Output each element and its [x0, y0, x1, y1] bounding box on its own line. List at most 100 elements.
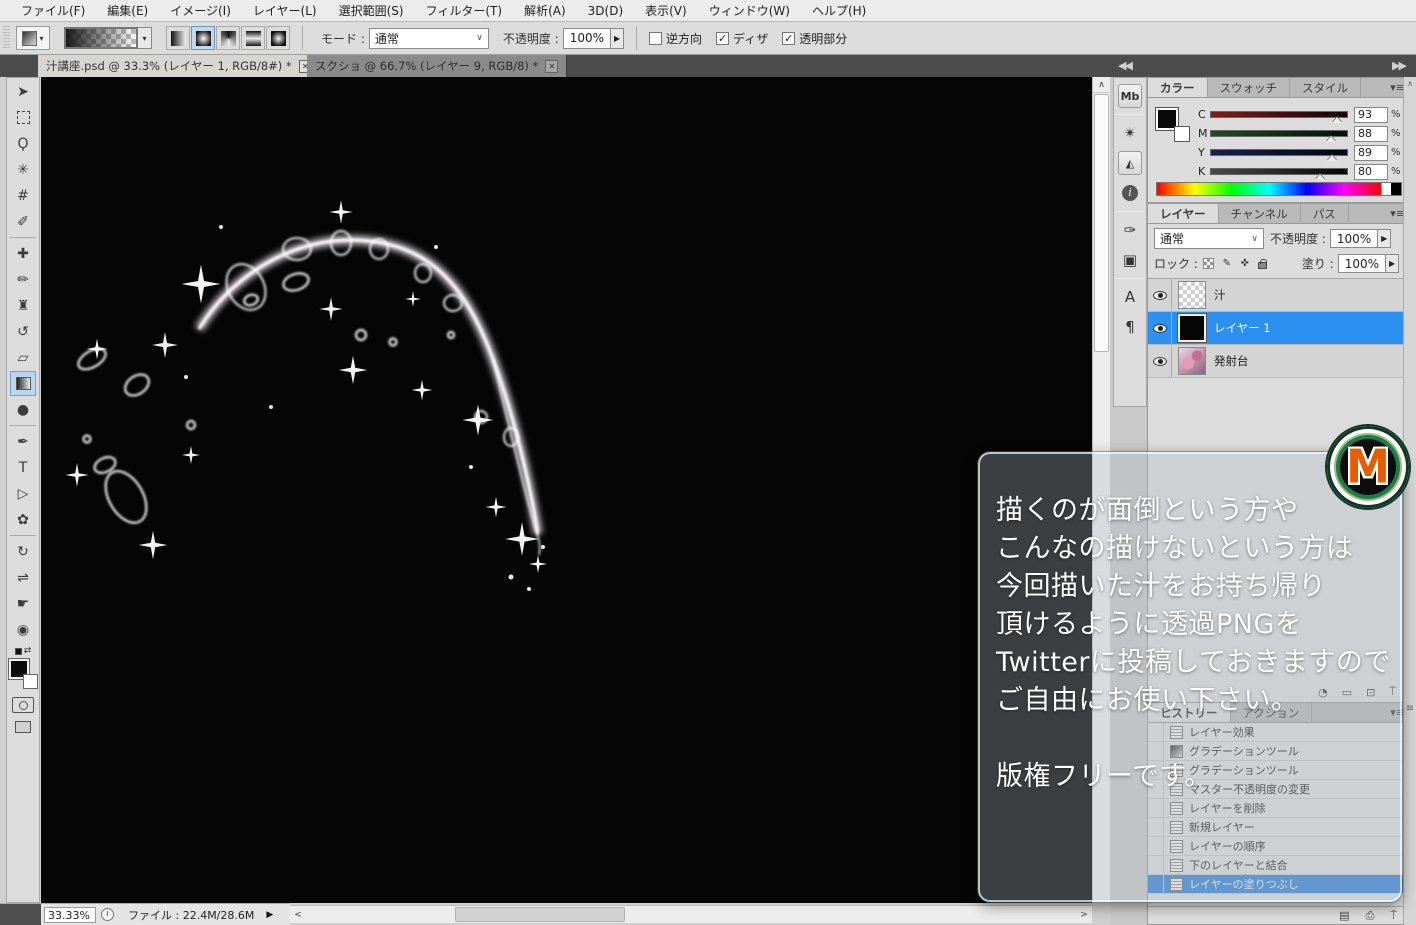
eraser-tool[interactable]: ▱ — [10, 345, 36, 370]
info-icon[interactable]: i — [1118, 181, 1142, 205]
new-document-from-state-icon[interactable]: ▤ — [1339, 909, 1349, 922]
navigator-icon[interactable]: ✴ — [1118, 121, 1142, 145]
layer-opacity-spinner[interactable]: ▶ — [1378, 229, 1391, 248]
scroll-left-icon[interactable]: < — [290, 907, 306, 923]
gradient-picker-arrow[interactable]: ▾ — [138, 27, 152, 49]
custom-shape-tool[interactable]: ✿ — [10, 507, 36, 532]
angle-gradient-button[interactable] — [216, 26, 240, 50]
layer-opacity-input[interactable]: 100% — [1330, 229, 1378, 248]
cyan-value-input[interactable]: 93 — [1354, 107, 1388, 123]
layer-blend-mode-select[interactable]: 通常∨ — [1154, 228, 1264, 249]
layer-row-layer1[interactable]: レイヤー 1 — [1148, 312, 1409, 345]
radial-gradient-button[interactable] — [191, 26, 215, 50]
delete-state-icon[interactable]: ⍑ — [1390, 909, 1397, 923]
scroll-up-icon[interactable]: ∧ — [1093, 77, 1110, 93]
menu-image[interactable]: イメージ(I) — [159, 0, 242, 21]
zoom-tool[interactable]: ◉ — [10, 617, 36, 642]
brush-tool[interactable]: ✏ — [10, 267, 36, 292]
menu-edit[interactable]: 編集(E) — [96, 0, 159, 21]
layer-thumbnail[interactable] — [1178, 347, 1206, 375]
menu-analysis[interactable]: 解析(A) — [513, 0, 577, 21]
reflected-gradient-button[interactable] — [241, 26, 265, 50]
pen-tool[interactable]: ✒ — [10, 429, 36, 454]
linear-gradient-button[interactable] — [166, 26, 190, 50]
marquee-tool[interactable] — [10, 105, 36, 130]
layer-row-hasshadai[interactable]: 発射台 — [1148, 345, 1409, 378]
blend-mode-select[interactable]: 通常∨ — [369, 28, 489, 49]
transparency-checkbox[interactable]: ✓透明部分 — [782, 30, 847, 47]
close-icon[interactable]: ✕ — [545, 60, 558, 73]
visibility-toggle[interactable] — [1148, 312, 1172, 345]
crop-tool[interactable]: # — [10, 183, 36, 208]
dock-right-scrollbar[interactable]: ∧≡ — [1403, 77, 1416, 925]
screen-mode-button[interactable] — [15, 721, 31, 733]
rotate-3d-tool[interactable]: ↻ — [10, 539, 36, 564]
opacity-spinner[interactable]: ▶ — [611, 28, 624, 49]
expand-panels-icon[interactable]: ▶▶ — [1392, 59, 1405, 72]
brush-panel-icon[interactable]: ✑ — [1118, 218, 1142, 242]
quick-selection-tool[interactable]: ✳ — [10, 157, 36, 182]
visibility-toggle[interactable] — [1148, 279, 1172, 312]
document-tab-inactive[interactable]: スクショ @ 66.7% (レイヤー 9, RGB/8) * ✕ — [307, 55, 567, 77]
zoom-level-input[interactable]: 33.33% — [44, 907, 96, 923]
hand-tool[interactable]: ☛ — [10, 591, 36, 616]
menu-3d[interactable]: 3D(D) — [577, 2, 634, 20]
eyedropper-tool[interactable]: ✐ — [10, 209, 36, 234]
orbit-3d-tool[interactable]: ⇌ — [10, 565, 36, 590]
clone-stamp-tool[interactable]: ♜ — [10, 293, 36, 318]
tool-preset-picker[interactable]: ▾ — [16, 26, 50, 50]
opacity-input[interactable]: 100% — [563, 28, 611, 49]
layer-thumbnail[interactable] — [1178, 314, 1206, 342]
collapse-panels-icon[interactable]: ◀◀ — [1118, 59, 1131, 72]
layer-row-shiru[interactable]: 汁 — [1148, 279, 1409, 312]
visibility-toggle[interactable] — [1148, 345, 1172, 378]
menu-file[interactable]: ファイル(F) — [10, 0, 96, 21]
lock-position-icon[interactable]: ✜ — [1238, 257, 1252, 271]
lock-pixels-icon[interactable]: ✎ — [1220, 257, 1234, 271]
quick-mask-button[interactable] — [12, 697, 34, 713]
new-snapshot-icon[interactable]: ⎙ — [1366, 909, 1375, 923]
background-color-swatch[interactable] — [23, 674, 38, 689]
lasso-tool[interactable]: Ϙ — [10, 131, 36, 156]
default-colors-icon[interactable] — [15, 648, 22, 655]
canvas[interactable] — [41, 77, 1092, 903]
type-tool[interactable]: T — [10, 455, 36, 480]
horizontal-scroll-thumb[interactable] — [455, 907, 625, 922]
slider-thumb[interactable] — [1332, 117, 1342, 123]
slider-thumb[interactable] — [1327, 155, 1337, 161]
menu-layer[interactable]: レイヤー(L) — [242, 0, 328, 21]
menu-filter[interactable]: フィルター(T) — [415, 0, 513, 21]
lock-all-icon[interactable] — [1256, 257, 1270, 271]
menu-help[interactable]: ヘルプ(H) — [801, 0, 877, 21]
gradient-preview[interactable] — [64, 27, 138, 49]
scroll-right-icon[interactable]: > — [1076, 907, 1092, 923]
paragraph-panel-icon[interactable]: ¶ — [1118, 315, 1142, 339]
magenta-value-input[interactable]: 88 — [1354, 126, 1388, 142]
layer-thumbnail[interactable] — [1178, 281, 1206, 309]
color-spectrum-ramp[interactable] — [1156, 182, 1402, 196]
background-color-swatch[interactable] — [1174, 126, 1190, 142]
mini-bridge-icon[interactable]: Mb — [1118, 84, 1142, 108]
clone-source-icon[interactable]: ▣ — [1118, 248, 1142, 272]
move-tool[interactable]: ➤ — [10, 79, 36, 104]
status-menu-arrow-icon[interactable]: ▶ — [266, 910, 273, 920]
gradient-tool[interactable] — [10, 371, 36, 396]
tab-styles[interactable]: スタイル — [1290, 78, 1361, 97]
slider-thumb[interactable] — [1326, 136, 1336, 142]
path-selection-tool[interactable]: ▷ — [10, 481, 36, 506]
healing-brush-tool[interactable]: ✚ — [10, 241, 36, 266]
vertical-scroll-thumb[interactable] — [1094, 94, 1109, 352]
blur-tool[interactable]: ● — [10, 397, 36, 422]
menu-select[interactable]: 選択範囲(S) — [328, 0, 415, 21]
dither-checkbox[interactable]: ✓ディザ — [716, 30, 768, 47]
character-panel-icon[interactable]: A — [1118, 285, 1142, 309]
tab-paths[interactable]: パス — [1301, 204, 1349, 223]
lock-transparency-icon[interactable] — [1202, 257, 1216, 271]
diamond-gradient-button[interactable] — [266, 26, 290, 50]
document-tab-active[interactable]: 汁講座.psd @ 33.3% (レイヤー 1, RGB/8#) * ✕ — [38, 55, 321, 77]
horizontal-scrollbar[interactable]: < > — [290, 905, 1092, 923]
tab-swatches[interactable]: スウォッチ — [1208, 78, 1291, 97]
menu-view[interactable]: 表示(V) — [634, 0, 698, 21]
tab-channels[interactable]: チャンネル — [1219, 204, 1301, 223]
black-value-input[interactable]: 80 — [1354, 164, 1388, 180]
